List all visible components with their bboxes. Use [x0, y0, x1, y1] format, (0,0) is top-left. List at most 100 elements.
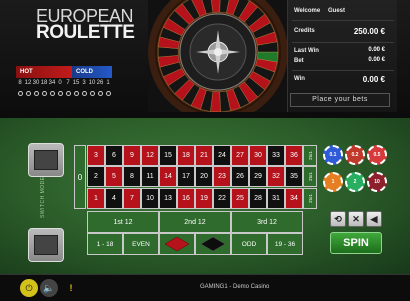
chip-10[interactable]: 10 [367, 172, 387, 192]
number-cell-15[interactable]: 15 [159, 145, 177, 166]
number-cell-17[interactable]: 17 [177, 166, 195, 188]
number-cell-16[interactable]: 16 [177, 187, 195, 209]
speaker-icon: 🔈 [43, 282, 55, 293]
chip-2[interactable]: 2 [345, 172, 365, 192]
number-cell-24[interactable]: 24 [213, 145, 231, 166]
bet-even[interactable]: EVEN [123, 233, 159, 255]
win-label: Win [294, 76, 305, 82]
two-to-one-label: 2to1 [307, 151, 313, 160]
undo-button[interactable]: ⟲ [330, 211, 346, 227]
chip-0-1[interactable]: 0.1 [323, 145, 343, 165]
number-cell-7[interactable]: 7 [123, 187, 141, 209]
undo-icon: ⟲ [334, 213, 342, 224]
chip-1[interactable]: 1 [323, 172, 343, 192]
number-cell-26[interactable]: 26 [231, 166, 249, 188]
hot-number: 30 [32, 80, 40, 86]
close-icon: ✕ [352, 213, 360, 224]
top-panel: EUROPEAN ROULETTE HOT COLD 8 12 30 18 34… [0, 0, 410, 118]
column-bet-2[interactable]: 2to1 [303, 166, 317, 188]
number-cell-1[interactable]: 1 [87, 187, 105, 209]
marker-icon [65, 91, 71, 96]
number-cell-21[interactable]: 21 [195, 145, 213, 166]
bet-black[interactable] [195, 233, 231, 255]
menu-button[interactable]: ⏻ [20, 279, 38, 297]
hot-cold-markers [16, 91, 112, 99]
cold-number: 3 [82, 80, 86, 86]
number-cell-19[interactable]: 19 [195, 187, 213, 209]
marker-icon [81, 91, 87, 96]
bet-label: Bet [294, 58, 304, 64]
number-cell-35[interactable]: 35 [285, 166, 303, 188]
number-cell-36[interactable]: 36 [285, 145, 303, 166]
number-cell-29[interactable]: 29 [249, 166, 267, 188]
number-cell-12[interactable]: 12 [141, 145, 159, 166]
welcome-label: Welcome [294, 8, 321, 14]
marker-icon [97, 91, 103, 96]
number-cell-22[interactable]: 22 [213, 187, 231, 209]
number-cell-2[interactable]: 2 [87, 166, 105, 188]
cold-number: 26 [96, 80, 104, 86]
marker-icon [41, 91, 47, 96]
bet-odd[interactable]: ODD [231, 233, 267, 255]
spin-button[interactable]: SPIN [330, 232, 382, 254]
zero-cell[interactable]: 0 [74, 145, 86, 209]
number-cell-3[interactable]: 3 [87, 145, 105, 166]
number-cell-34[interactable]: 34 [285, 187, 303, 209]
two-to-one-label: 2to1 [307, 193, 313, 203]
bet-value: 0.00 € [368, 57, 385, 63]
info-button[interactable]: ! [62, 279, 80, 297]
hot-label: HOT [16, 66, 72, 78]
number-cell-13[interactable]: 13 [159, 187, 177, 209]
number-cell-33[interactable]: 33 [267, 145, 285, 166]
number-cell-20[interactable]: 20 [195, 166, 213, 188]
logo-roulette: ROULETTE [36, 22, 135, 43]
number-cell-23[interactable]: 23 [213, 166, 231, 188]
racetrack-button[interactable] [28, 143, 64, 177]
last-win-label: Last Win [294, 48, 319, 54]
rebet-button[interactable]: ◀ [366, 211, 382, 227]
number-cell-10[interactable]: 10 [141, 187, 159, 209]
number-cell-4[interactable]: 4 [105, 187, 123, 209]
chip-0-5[interactable]: 0.5 [367, 145, 387, 165]
number-cell-18[interactable]: 18 [177, 145, 195, 166]
number-cell-30[interactable]: 30 [249, 145, 267, 166]
bet-19-36[interactable]: 19 - 36 [267, 233, 303, 255]
number-cell-5[interactable]: 5 [105, 166, 123, 188]
power-icon: ⏻ [25, 282, 33, 293]
cold-number: 7 [66, 80, 70, 86]
roulette-wheel [148, 0, 288, 112]
marker-icon [49, 91, 55, 96]
number-cell-6[interactable]: 6 [105, 145, 123, 166]
table-view-button[interactable] [28, 228, 64, 262]
number-cell-11[interactable]: 11 [141, 166, 159, 188]
number-cell-32[interactable]: 32 [267, 166, 285, 188]
number-cell-28[interactable]: 28 [249, 187, 267, 209]
cold-number: 15 [72, 80, 80, 86]
column-bet-3[interactable]: 2to1 [303, 187, 317, 209]
bet-red[interactable] [159, 233, 195, 255]
win-value: 0.00 € [362, 75, 385, 84]
number-cell-27[interactable]: 27 [231, 145, 249, 166]
hot-number: 18 [40, 80, 48, 86]
last-win-value: 0.00 € [368, 47, 385, 53]
chip-0-2[interactable]: 0.2 [345, 145, 365, 165]
hot-cold-panel: HOT COLD 8 12 30 18 34 0 7 15 3 10 26 1 [16, 66, 112, 112]
column-bet-1[interactable]: 2to1 [303, 145, 317, 166]
sound-button[interactable]: 🔈 [40, 279, 58, 297]
number-cell-9[interactable]: 9 [123, 145, 141, 166]
number-cell-8[interactable]: 8 [123, 166, 141, 188]
dozen-1[interactable]: 1st 12 [87, 211, 159, 233]
footer-text: GAMING1 - Demo Casino [200, 284, 270, 290]
number-cell-14[interactable]: 14 [159, 166, 177, 188]
red-diamond-icon [164, 236, 190, 252]
bet-1-18[interactable]: 1 - 18 [87, 233, 123, 255]
clear-bets-button[interactable]: ✕ [348, 211, 364, 227]
two-to-one-label: 2to1 [307, 172, 313, 182]
marker-icon [25, 91, 31, 96]
number-cell-25[interactable]: 25 [231, 187, 249, 209]
number-cell-31[interactable]: 31 [267, 187, 285, 209]
dozen-2[interactable]: 2nd 12 [159, 211, 231, 233]
dozen-3[interactable]: 3rd 12 [231, 211, 303, 233]
black-diamond-icon [200, 236, 226, 252]
marker-icon [17, 91, 23, 96]
